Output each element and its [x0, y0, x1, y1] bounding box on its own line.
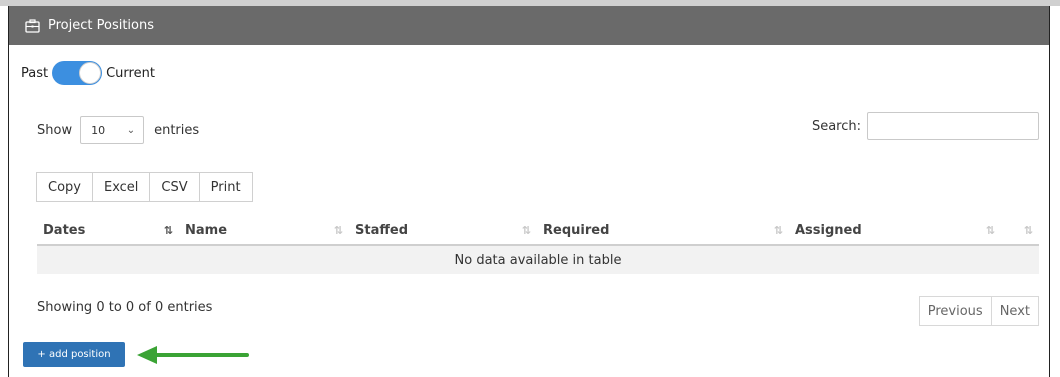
toggle-current-label: Current [106, 65, 155, 81]
positions-table: Dates ⇅ Name ⇅ Staffed ⇅ Required ⇅ Assi… [37, 216, 1039, 274]
export-buttons: Copy Excel CSV Print [36, 172, 253, 202]
print-button[interactable]: Print [198, 172, 253, 202]
chevron-down-icon: ⌄ [126, 124, 136, 136]
past-current-toggle-row: Past Current [21, 61, 155, 85]
column-label: Staffed [355, 222, 409, 238]
sort-ascending-icon: ⇅ [163, 224, 173, 237]
next-button[interactable]: Next [990, 296, 1039, 326]
search-input[interactable] [867, 112, 1039, 140]
column-header-staffed[interactable]: Staffed ⇅ [349, 216, 537, 246]
arrow-left-icon [137, 346, 249, 364]
toggle-past-label: Past [21, 65, 49, 81]
panel-header: Project Positions [9, 6, 1049, 45]
pagination: Previous Next [918, 296, 1039, 326]
page: Project Positions Past Current Show 10 ⌄… [0, 0, 1060, 377]
column-header-name[interactable]: Name ⇅ [179, 216, 349, 246]
sort-icon: ⇅ [985, 224, 995, 237]
switch-knob[interactable] [79, 62, 102, 84]
sort-icon: ⇅ [521, 224, 531, 237]
column-label: Required [543, 222, 610, 238]
table-row: No data available in table [37, 245, 1039, 274]
sort-icon: ⇅ [1023, 224, 1033, 237]
column-label: Assigned [795, 222, 862, 238]
length-menu: Show 10 ⌄ entries [37, 116, 199, 144]
panel-title: Project Positions [48, 18, 154, 33]
csv-button[interactable]: CSV [149, 172, 200, 202]
entries-select[interactable]: 10 ⌄ [80, 116, 145, 144]
sort-icon: ⇅ [773, 224, 783, 237]
excel-button[interactable]: Excel [91, 172, 151, 202]
column-header-assigned[interactable]: Assigned ⇅ [789, 216, 1001, 246]
empty-table-message: No data available in table [37, 245, 1039, 274]
entries-label: entries [154, 122, 200, 138]
past-current-switch[interactable] [52, 61, 103, 85]
sort-icon: ⇅ [333, 224, 343, 237]
column-header-required[interactable]: Required ⇅ [537, 216, 789, 246]
show-label: Show [37, 122, 73, 138]
add-position-button[interactable]: + add position [23, 342, 125, 367]
entries-select-value: 10 [91, 123, 106, 137]
project-positions-panel: Project Positions Past Current Show 10 ⌄… [8, 6, 1050, 377]
search-label: Search: [811, 118, 861, 134]
table-header-row: Dates ⇅ Name ⇅ Staffed ⇅ Required ⇅ Assi… [37, 216, 1039, 246]
copy-button[interactable]: Copy [36, 172, 93, 202]
table-info: Showing 0 to 0 of 0 entries [37, 300, 213, 315]
previous-button[interactable]: Previous [918, 296, 992, 326]
column-label: Dates [43, 222, 86, 238]
column-header-actions[interactable]: ⇅ [1001, 216, 1039, 246]
search-row: Search: [812, 112, 1039, 140]
briefcase-icon [25, 18, 40, 33]
column-label: Name [185, 222, 228, 238]
column-header-dates[interactable]: Dates ⇅ [37, 216, 179, 246]
